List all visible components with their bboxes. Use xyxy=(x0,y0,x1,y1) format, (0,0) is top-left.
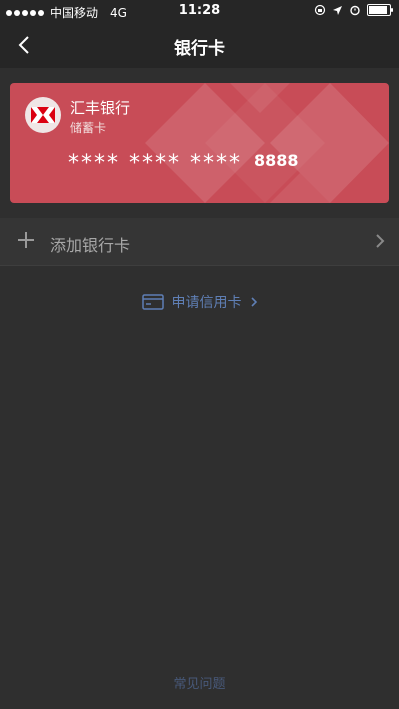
bank-card[interactable]: 汇丰银行 储蓄卡 **** **** **** 8888 xyxy=(10,83,389,203)
status-right xyxy=(314,4,393,16)
nav-bar: 银行卡 xyxy=(0,22,399,68)
rotation-lock-icon xyxy=(314,4,326,16)
credit-card-icon xyxy=(141,294,164,310)
chevron-right-icon xyxy=(376,234,385,248)
bank-name: 汇丰银行 xyxy=(70,99,131,117)
card-number-last-digits: 8888 xyxy=(254,151,299,170)
battery-icon xyxy=(367,4,393,16)
apply-credit-card-label: 申请信用卡 xyxy=(171,295,242,311)
faq-link[interactable]: 常见问题 xyxy=(0,673,399,692)
add-bank-card-label: 添加银行卡 xyxy=(50,236,131,255)
status-bar: 中国移动 4G 11:28 xyxy=(0,0,399,22)
bank-logo-icon xyxy=(25,97,61,133)
plus-icon xyxy=(18,232,34,248)
card-type: 储蓄卡 xyxy=(70,121,107,135)
card-number-masked: **** **** **** xyxy=(68,151,242,176)
add-bank-card-row[interactable]: 添加银行卡 xyxy=(0,218,399,266)
page-title: 银行卡 xyxy=(174,39,225,59)
alarm-icon xyxy=(350,5,360,16)
apply-credit-card-link[interactable]: 申请信用卡 xyxy=(0,292,399,312)
card-pattern xyxy=(145,83,389,203)
location-arrow-icon xyxy=(333,5,342,15)
chevron-right-icon xyxy=(250,297,257,307)
card-number: **** **** **** 8888 xyxy=(68,151,299,176)
